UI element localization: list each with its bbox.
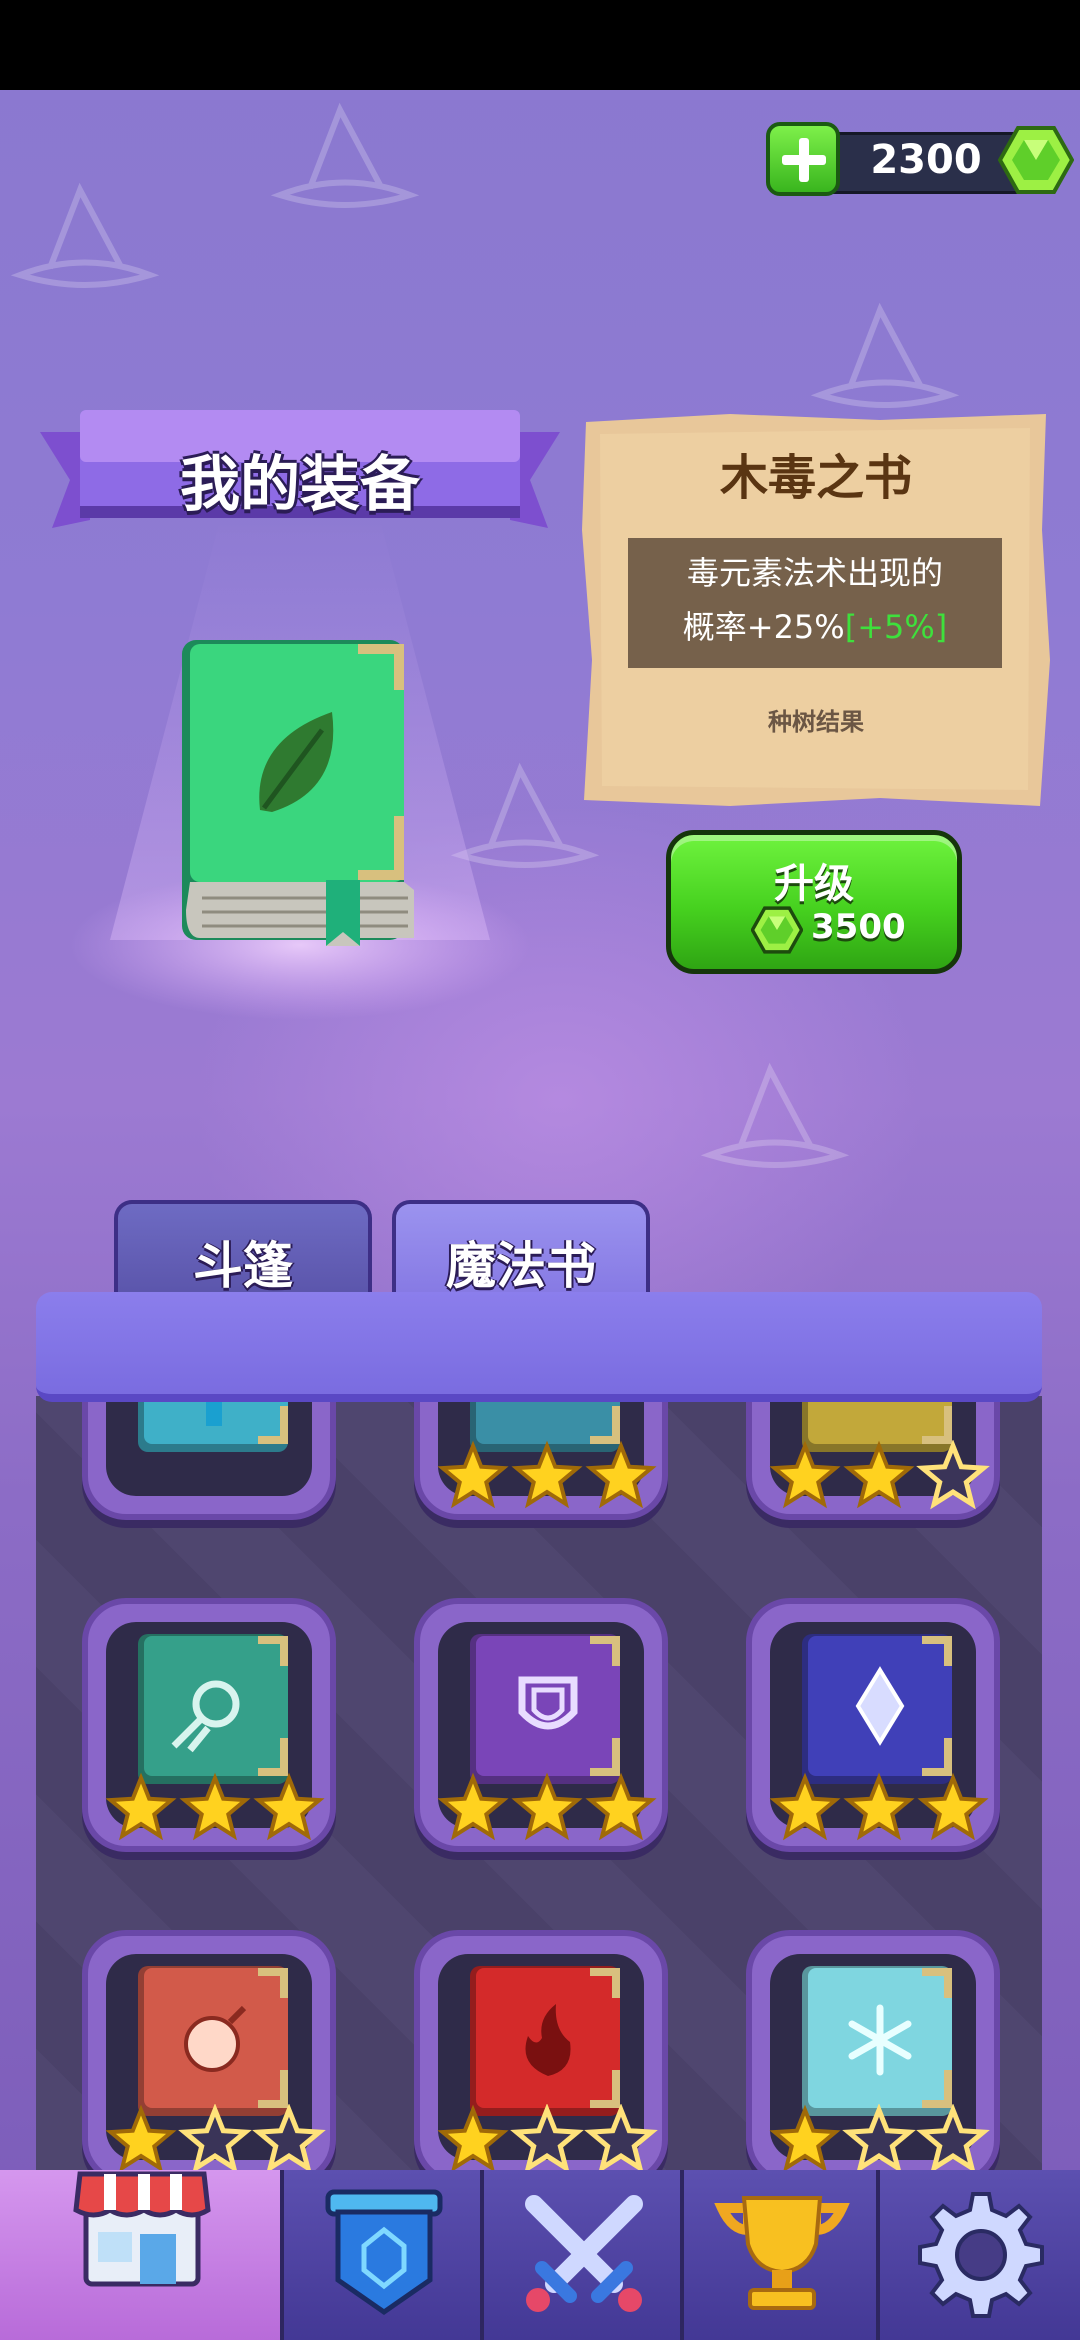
- item-effect-value: 概率+25%: [682, 608, 845, 646]
- star-rating: [437, 1440, 657, 1509]
- item-description-line2: 概率+25%[+5%]: [628, 600, 1002, 654]
- star-filled-icon: [511, 1440, 583, 1509]
- bottom-nav: [0, 2170, 1080, 2340]
- nav-trophy[interactable]: [684, 2170, 880, 2340]
- upgrade-label: 升级: [774, 861, 854, 907]
- item-effect-bonus: [+5%]: [844, 608, 948, 646]
- star-empty-icon: [510, 2104, 584, 2174]
- tab-cloak[interactable]: 斗篷: [114, 1200, 372, 1300]
- star-filled-icon: [769, 1440, 841, 1509]
- star-filled-icon: [437, 1440, 509, 1509]
- status-bar: [0, 0, 1080, 90]
- spellbook-grid[interactable]: [36, 1396, 1042, 2176]
- game-screen: 2300 我的装备 木毒之书 毒元素法术出现的 概率+25%[+5%] 种树结果…: [0, 0, 1080, 2340]
- shop-icon: [73, 2171, 211, 2287]
- nav-badge[interactable]: [284, 2170, 484, 2340]
- star-rating: [769, 2104, 990, 2174]
- spellbook-slot[interactable]: [414, 1930, 668, 2176]
- hat-watermark-icon: [810, 302, 960, 408]
- hat-watermark-icon: [270, 102, 420, 208]
- tab-cloak-label: 斗篷: [193, 1237, 293, 1295]
- star-filled-icon: [843, 1772, 915, 1841]
- inventory-panel-header: [36, 1292, 1042, 1402]
- star-rating: [104, 1440, 326, 1510]
- star-filled-icon: [917, 1772, 989, 1841]
- star-rating: [437, 2104, 658, 2174]
- nav-settings[interactable]: [880, 2170, 1080, 2340]
- green-gem-icon: [751, 906, 803, 954]
- spellbook-slot[interactable]: [414, 1396, 668, 1520]
- green-gem-icon: [998, 126, 1074, 194]
- item-name: 木毒之书: [719, 450, 912, 506]
- tab-spellbook-label: 魔法书: [446, 1237, 596, 1295]
- upgrade-button[interactable]: 升级 3500: [666, 830, 962, 974]
- star-empty-icon: [916, 2104, 990, 2174]
- spellbook-slot[interactable]: [746, 1396, 1000, 1520]
- plus-icon[interactable]: [766, 122, 840, 196]
- spellbook-slot[interactable]: [746, 1598, 1000, 1852]
- selected-spellbook-icon: [182, 640, 414, 946]
- star-empty-icon: [842, 2104, 916, 2174]
- star-empty-icon: [916, 1440, 990, 1510]
- item-description-line1: 毒元素法术出现的: [686, 554, 943, 592]
- star-filled-icon: [585, 1772, 657, 1841]
- star-filled-icon: [843, 1440, 915, 1509]
- gear-icon: [918, 2192, 1044, 2318]
- spellbook-slot[interactable]: [414, 1598, 668, 1852]
- star-rating: [437, 1772, 657, 1841]
- star-rating: [769, 1440, 990, 1510]
- item-source: 种树结果: [768, 708, 864, 736]
- star-rating: [105, 1772, 325, 1841]
- spellbook-slot[interactable]: [82, 1396, 336, 1520]
- spellbook-slot[interactable]: [746, 1930, 1000, 2176]
- star-filled-icon: [511, 1772, 583, 1841]
- star-empty-icon: [252, 2104, 326, 2174]
- star-filled-icon: [437, 1772, 509, 1841]
- nav-shop[interactable]: [0, 2170, 284, 2340]
- spellbook-slot[interactable]: [82, 1598, 336, 1852]
- star-filled-icon: [105, 1772, 177, 1841]
- spellbook-slot[interactable]: [82, 1930, 336, 2176]
- gem-amount: 2300: [870, 137, 982, 183]
- star-filled-icon: [437, 2104, 509, 2173]
- hat-watermark-icon: [700, 1062, 850, 1168]
- shield-badge-icon: [325, 2189, 443, 2316]
- hat-watermark-icon: [10, 182, 160, 288]
- trophy-icon: [714, 2196, 850, 2310]
- star-filled-icon: [179, 1772, 251, 1841]
- star-filled-icon: [585, 1440, 657, 1509]
- item-info-scroll: 木毒之书 毒元素法术出现的 概率+25%[+5%] 种树结果: [580, 410, 1052, 810]
- upgrade-cost: 3500: [811, 907, 906, 947]
- star-empty-icon: [584, 2104, 658, 2174]
- star-filled-icon: [253, 1772, 325, 1841]
- nav-battle[interactable]: [484, 2170, 684, 2340]
- crossed-swords-icon: [525, 2195, 643, 2312]
- gem-counter: 2300: [766, 122, 1076, 198]
- star-filled-icon: [769, 2104, 841, 2173]
- item-description: 毒元素法术出现的 概率+25%[+5%]: [628, 538, 1002, 668]
- star-rating: [769, 1772, 989, 1841]
- tab-spellbook[interactable]: 魔法书: [392, 1200, 650, 1300]
- star-filled-icon: [769, 1772, 841, 1841]
